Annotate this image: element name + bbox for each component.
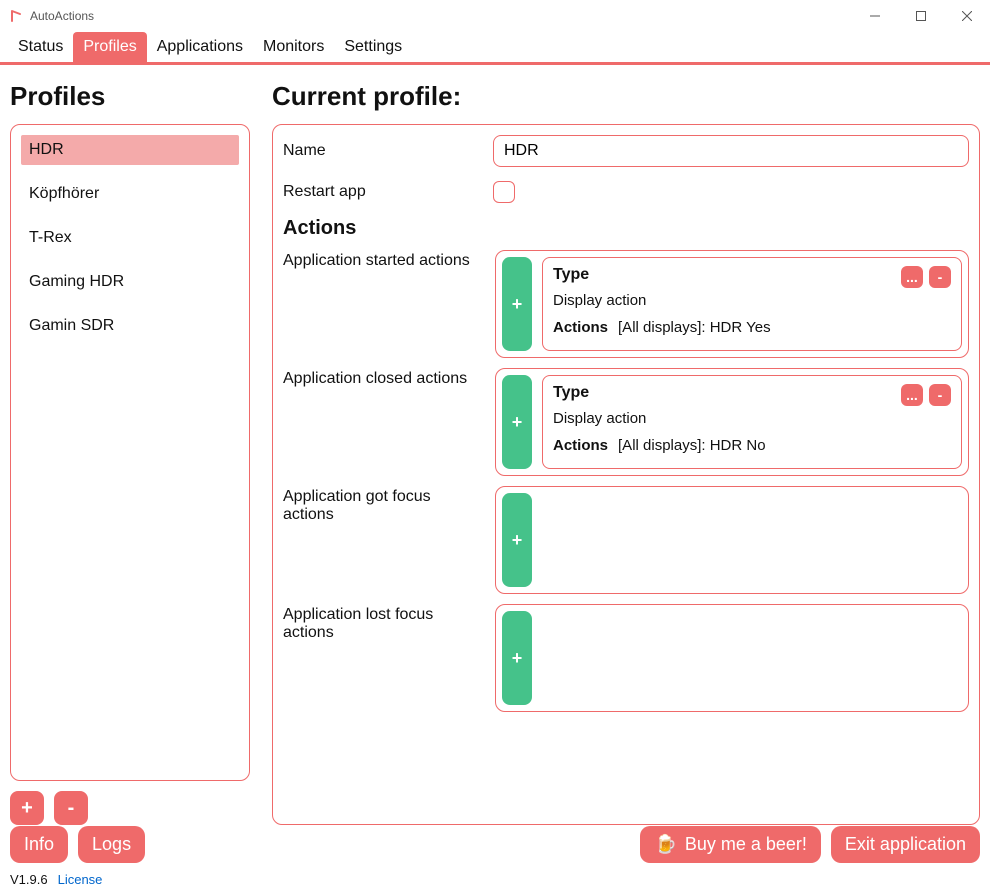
action-type-value: Display action: [553, 410, 951, 427]
restart-label: Restart app: [283, 183, 493, 201]
menu-tab-monitors[interactable]: Monitors: [253, 32, 334, 62]
version-text: V1.9.6: [10, 872, 48, 887]
action-container: +: [495, 604, 969, 712]
menu-tab-applications[interactable]: Applications: [147, 32, 253, 62]
edit-action-button[interactable]: ...: [901, 384, 923, 406]
action-card: Type...- Display action Actions [All displa…: [542, 257, 962, 351]
license-link[interactable]: License: [58, 872, 103, 887]
buy-beer-button[interactable]: 🍺 Buy me a beer!: [640, 826, 820, 863]
action-actions-value: [All displays]: HDR Yes: [618, 319, 771, 336]
profile-item[interactable]: T-Rex: [21, 223, 239, 253]
window-title: AutoActions: [30, 9, 94, 23]
profile-item[interactable]: Köpfhörer: [21, 179, 239, 209]
action-section: Application got focus actions+: [283, 486, 969, 594]
add-action-button[interactable]: +: [502, 375, 532, 469]
app-icon: [8, 8, 24, 24]
exit-button[interactable]: Exit application: [831, 826, 980, 863]
action-container: +: [495, 486, 969, 594]
remove-profile-button[interactable]: -: [54, 791, 88, 825]
action-type-label: Type: [553, 266, 589, 284]
add-action-button[interactable]: +: [502, 493, 532, 587]
profile-item[interactable]: HDR: [21, 135, 239, 165]
edit-action-button[interactable]: ...: [901, 266, 923, 288]
beer-icon: 🍺: [654, 834, 676, 855]
action-section-label: Application closed actions: [283, 368, 483, 476]
action-section: Application lost focus actions+: [283, 604, 969, 712]
titlebar: AutoActions: [0, 0, 990, 32]
profile-list: HDR Köpfhörer T-Rex Gaming HDR Gamin SDR: [21, 135, 239, 341]
name-label: Name: [283, 142, 493, 160]
action-section-label: Application lost focus actions: [283, 604, 483, 712]
minimize-button[interactable]: [852, 0, 898, 32]
version-row: V1.9.6 License: [10, 872, 102, 887]
add-action-button[interactable]: +: [502, 611, 532, 705]
action-actions-label: Actions: [553, 437, 608, 454]
profiles-heading: Profiles: [10, 81, 250, 112]
action-container: + Type...- Display action Actions [All displ…: [495, 250, 969, 358]
action-section: Application started actions+ Type...- Disp…: [283, 250, 969, 358]
action-container: + Type...- Display action Actions [All displ…: [495, 368, 969, 476]
menubar: StatusProfilesApplicationsMonitorsSettin…: [0, 32, 990, 62]
action-type-value: Display action: [553, 292, 951, 309]
menu-tab-profiles[interactable]: Profiles: [73, 32, 146, 62]
current-profile-heading: Current profile:: [272, 81, 980, 112]
buy-beer-label: Buy me a beer!: [685, 834, 807, 855]
action-type-label: Type: [553, 384, 589, 402]
remove-action-button[interactable]: -: [929, 266, 951, 288]
window-controls: [852, 0, 990, 32]
profile-item[interactable]: Gaming HDR: [21, 267, 239, 297]
logs-button[interactable]: Logs: [78, 826, 145, 863]
menu-tab-settings[interactable]: Settings: [334, 32, 412, 62]
name-input[interactable]: [493, 135, 969, 167]
action-card: Type...- Display action Actions [All displa…: [542, 375, 962, 469]
add-action-button[interactable]: +: [502, 257, 532, 351]
action-section: Application closed actions+ Type...- Displ…: [283, 368, 969, 476]
action-actions-value: [All displays]: HDR No: [618, 437, 766, 454]
menu-tab-status[interactable]: Status: [8, 32, 73, 62]
profiles-panel: HDR Köpfhörer T-Rex Gaming HDR Gamin SDR: [10, 124, 250, 781]
profile-item[interactable]: Gamin SDR: [21, 311, 239, 341]
info-button[interactable]: Info: [10, 826, 68, 863]
action-section-label: Application started actions: [283, 250, 483, 358]
add-profile-button[interactable]: +: [10, 791, 44, 825]
actions-heading: Actions: [283, 217, 969, 240]
maximize-button[interactable]: [898, 0, 944, 32]
remove-action-button[interactable]: -: [929, 384, 951, 406]
action-section-label: Application got focus actions: [283, 486, 483, 594]
current-profile-panel: Name Restart app Actions Application sta…: [272, 124, 980, 825]
action-actions-label: Actions: [553, 319, 608, 336]
close-button[interactable]: [944, 0, 990, 32]
restart-checkbox[interactable]: [493, 181, 515, 203]
